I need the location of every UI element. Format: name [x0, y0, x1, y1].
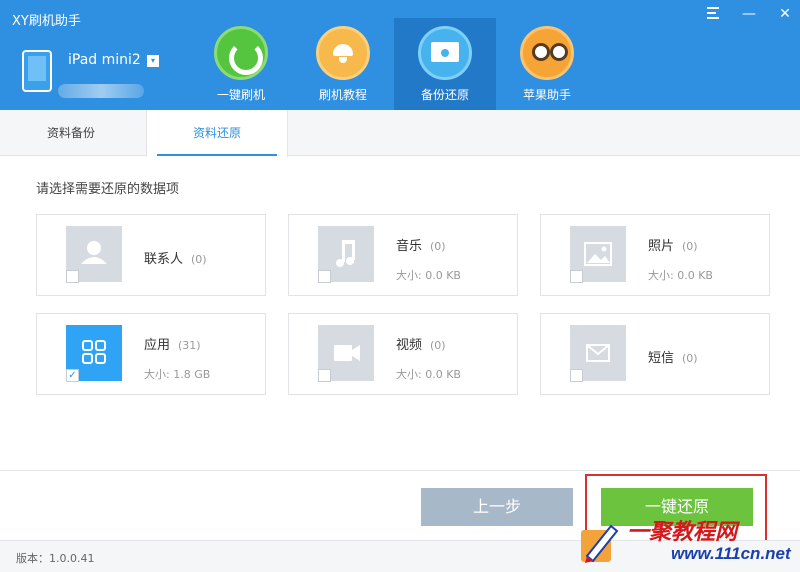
nav-item-backup-restore[interactable]: 备份还原: [394, 18, 496, 110]
item-count: (0): [682, 352, 698, 365]
item-card-photos[interactable]: 照片 (0) 大小: 0.0 KB: [540, 214, 770, 296]
lamp-icon: [316, 26, 370, 80]
app-title: XY刷机助手: [12, 14, 81, 29]
item-checkbox[interactable]: [570, 270, 583, 283]
item-count: (0): [430, 339, 446, 352]
item-card-apps[interactable]: ✓ 应用 (31) 大小: 1.8 GB: [36, 313, 266, 395]
nav-item-apple-helper[interactable]: 苹果助手: [496, 18, 598, 110]
nav-label: 一键刷机: [216, 88, 265, 102]
version-label: 版本：1.0.0.41: [16, 552, 95, 565]
nav-label: 刷机教程: [318, 88, 367, 102]
item-size: 大小: 1.8 GB: [144, 368, 211, 381]
item-card-messages[interactable]: 短信 (0): [540, 313, 770, 395]
item-count: (0): [191, 253, 207, 266]
window-controls: — ✕: [706, 6, 792, 22]
item-name: 音乐 (0): [396, 239, 446, 254]
section-prompt: 请选择需要还原的数据项: [36, 182, 180, 197]
title-bar: XY刷机助手 — ✕ iPad mini2 ▾ 一键刷机 刷机教程 备份还原 苹…: [0, 0, 800, 110]
footer-divider: [0, 470, 800, 471]
item-name: 联系人 (0): [144, 252, 207, 267]
list-menu-icon[interactable]: [706, 6, 720, 22]
item-size: 大小: 0.0 KB: [396, 269, 461, 282]
item-name: 视频 (0): [396, 338, 446, 353]
owl-icon: [520, 26, 574, 80]
tab-restore[interactable]: 资料还原: [146, 110, 288, 157]
nav-item-tutorial[interactable]: 刷机教程: [292, 18, 394, 110]
item-name: 应用 (31): [144, 338, 201, 353]
item-card-videos[interactable]: 视频 (0) 大小: 0.0 KB: [288, 313, 518, 395]
pencil-logo-icon: [581, 524, 619, 563]
item-size: 大小: 0.0 KB: [396, 368, 461, 381]
item-checkbox[interactable]: [318, 369, 331, 382]
disk-icon: [418, 26, 472, 80]
item-card-contacts[interactable]: 联系人 (0): [36, 214, 266, 296]
item-checkbox[interactable]: [66, 270, 79, 283]
nav-label: 备份还原: [420, 88, 469, 102]
prev-step-button[interactable]: 上一步: [421, 488, 573, 526]
item-size: 大小: 0.0 KB: [648, 269, 713, 282]
nav-item-flash[interactable]: 一键刷机: [190, 18, 292, 110]
device-dropdown-icon[interactable]: ▾: [147, 55, 159, 67]
item-name: 照片 (0): [648, 239, 698, 254]
tablet-icon: [22, 50, 52, 92]
refresh-icon: [214, 26, 268, 80]
watermark-url: www.111cn.net: [671, 544, 791, 563]
main-nav: 一键刷机 刷机教程 备份还原 苹果助手: [190, 18, 598, 110]
item-count: (0): [430, 240, 446, 253]
item-name: 短信 (0): [648, 351, 698, 366]
device-info-blurred: [58, 84, 144, 98]
watermark-brand: 一聚教程网: [627, 519, 738, 545]
watermark: 一聚教程网 www.111cn.net: [575, 512, 797, 570]
minimize-button[interactable]: —: [742, 6, 756, 22]
item-count: (0): [682, 240, 698, 253]
item-checkbox[interactable]: ✓: [66, 369, 79, 382]
tab-bar: 资料备份 资料还原: [0, 110, 800, 157]
nav-label: 苹果助手: [522, 88, 571, 102]
item-checkbox[interactable]: [570, 369, 583, 382]
item-checkbox[interactable]: [318, 270, 331, 283]
tab-backup[interactable]: 资料备份: [0, 110, 142, 156]
close-button[interactable]: ✕: [778, 6, 792, 22]
item-card-music[interactable]: 音乐 (0) 大小: 0.0 KB: [288, 214, 518, 296]
item-count: (31): [178, 339, 201, 352]
device-name[interactable]: iPad mini2: [68, 52, 141, 68]
